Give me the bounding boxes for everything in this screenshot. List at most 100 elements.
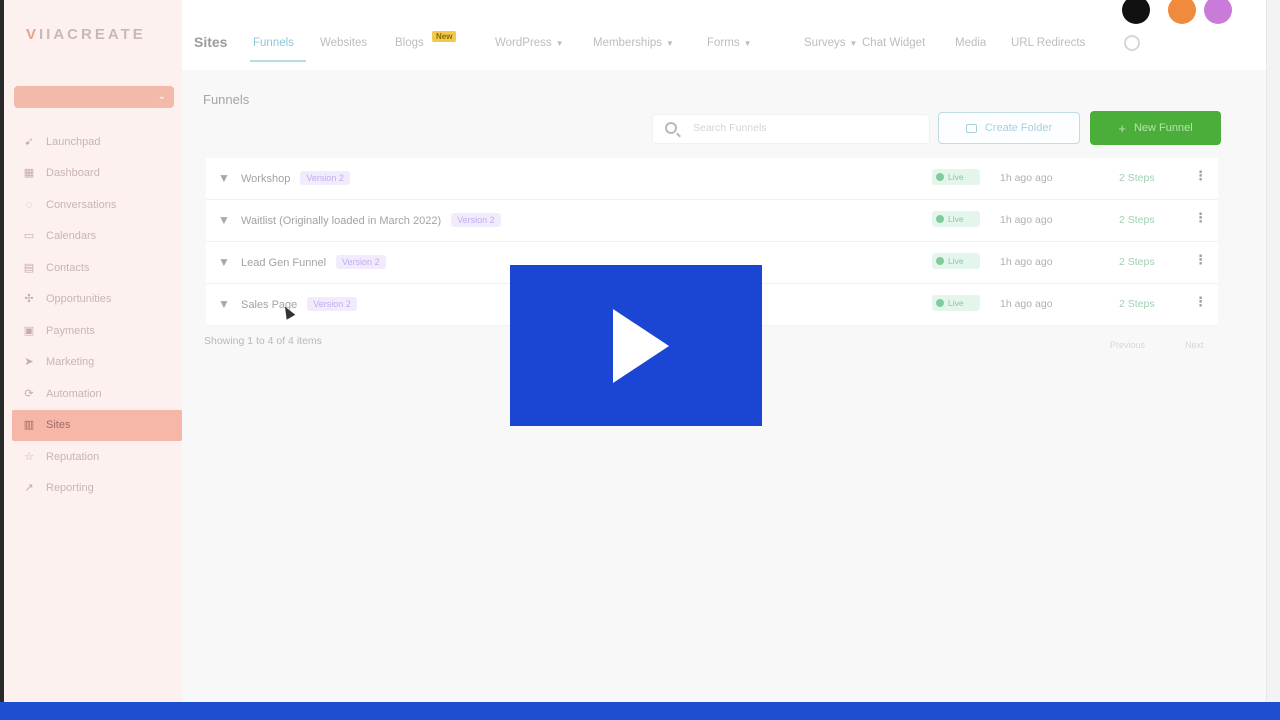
caret-down-icon: ▼ (666, 39, 674, 48)
settings-icon[interactable] (1124, 35, 1140, 51)
new-funnel-button[interactable]: + New Funnel (1090, 111, 1221, 145)
sidebar-item-reporting[interactable]: ↗ Reporting (12, 473, 182, 505)
caret-down-icon: ▼ (743, 39, 752, 48)
status-badge: Live (932, 253, 980, 269)
help-icon[interactable] (1122, 0, 1150, 24)
status-label: Live (948, 214, 964, 224)
chart-icon: ↗ (24, 482, 34, 495)
sidebar-item-label: Automation (46, 387, 102, 400)
funnel-name-cell[interactable]: Waitlist (Originally loaded in March 202… (241, 213, 501, 227)
logo-text: IIACREATE (39, 26, 146, 43)
sidebar-item-label: Payments (46, 324, 95, 337)
status-badge: Live (932, 169, 980, 185)
active-tab-indicator (250, 60, 306, 62)
tab-memberships[interactable]: Memberships ▼ (593, 37, 674, 49)
sidebar-item-label: Marketing (46, 356, 95, 369)
sidebar-item-dashboard[interactable]: ▦ Dashboard (12, 158, 182, 190)
pagination-summary: Showing 1 to 4 of 4 items (204, 335, 322, 347)
funnel-name: Waitlist (Originally loaded in March 202… (241, 215, 442, 227)
opportunities-icon: ✣ (24, 293, 34, 306)
steps-link[interactable]: 2 Steps (1119, 172, 1155, 184)
sidebar-item-calendars[interactable]: ▭ Calendars (12, 221, 182, 253)
rocket-icon: ➹ (24, 135, 34, 148)
sidebar-item-sites[interactable]: ▥ Sites (12, 409, 182, 441)
sidebar-item-label: Launchpad (46, 135, 101, 148)
sidebar-item-label: Sites (46, 419, 71, 432)
more-options-icon[interactable]: ⋮ (1194, 252, 1207, 268)
search-icon (665, 122, 677, 134)
avatar[interactable] (1204, 0, 1232, 24)
next-page-button[interactable]: Next (1185, 340, 1204, 350)
status-dot-icon (936, 215, 944, 223)
search-input[interactable] (693, 122, 913, 134)
tab-forms[interactable]: Forms ▼ (707, 37, 752, 49)
plus-icon: + (1118, 120, 1126, 136)
updated-time: 1h ago ago (1000, 214, 1053, 226)
tab-chat-widget[interactable]: Chat Widget (862, 37, 925, 49)
account-switcher[interactable]: ⌄ (14, 86, 174, 108)
status-badge: Live (932, 211, 980, 227)
tab-blogs[interactable]: Blogs (395, 37, 424, 49)
status-label: Live (948, 256, 964, 266)
search-box (652, 114, 930, 144)
screen: VIIACREATE ⌄ ➹ Launchpad ▦ Dashboard ◌ Conv… (0, 0, 1280, 720)
table-row[interactable]: ▼ Waitlist (Originally loaded in March 2… (206, 200, 1218, 242)
table-row[interactable]: ▼ Workshop Version 2 Live 1h ago ago 2 St… (206, 158, 1218, 200)
previous-page-button[interactable]: Previous (1110, 340, 1145, 350)
new-badge: New (432, 31, 457, 42)
tab-surveys[interactable]: Surveys ▼ (804, 37, 857, 49)
top-nav: Sites Funnels Websites Blogs New WordPre… (182, 0, 1266, 70)
funnel-name-cell[interactable]: Workshop Version 2 (241, 171, 350, 185)
version-badge: Version 2 (336, 255, 386, 269)
contacts-icon: ▤ (23, 261, 35, 274)
chevron-down-icon: ⌄ (157, 91, 166, 102)
tab-wordpress[interactable]: WordPress ▼ (495, 37, 564, 49)
sidebar-item-conversations[interactable]: ◌ Conversations (12, 189, 182, 221)
funnel-icon: ▼ (218, 255, 230, 269)
tab-label: Surveys (804, 37, 846, 49)
steps-link[interactable]: 2 Steps (1119, 214, 1155, 226)
version-badge: Version 2 (451, 213, 501, 227)
calendar-icon: ▭ (23, 230, 35, 243)
funnel-icon: ▼ (218, 213, 230, 227)
status-dot-icon (936, 257, 944, 265)
brand-logo[interactable]: VIIACREATE (26, 26, 146, 43)
button-label: New Funnel (1133, 122, 1193, 134)
more-options-icon[interactable]: ⋮ (1194, 210, 1207, 226)
sidebar-item-automation[interactable]: ⟳ Automation (12, 378, 182, 410)
notification-icon[interactable] (1168, 0, 1196, 24)
sidebar-item-reputation[interactable]: ☆ Reputation (12, 441, 182, 473)
more-options-icon[interactable]: ⋮ (1194, 294, 1207, 310)
tab-url-redirects[interactable]: URL Redirects (1011, 37, 1085, 49)
sidebar-item-contacts[interactable]: ▤ Contacts (12, 252, 182, 284)
status-dot-icon (936, 173, 944, 181)
sidebar-item-label: Reporting (46, 482, 94, 495)
funnel-name-cell[interactable]: Sales Page Version 2 (241, 297, 357, 311)
marketing-icon: ➤ (24, 356, 34, 369)
funnel-name-cell[interactable]: Lead Gen Funnel Version 2 (241, 255, 386, 269)
chat-icon: ◌ (25, 198, 33, 211)
dashboard-icon: ▦ (23, 167, 35, 180)
video-progress-bar[interactable] (0, 702, 1280, 720)
updated-time: 1h ago ago (1000, 298, 1053, 310)
sidebar-item-label: Conversations (46, 198, 117, 211)
steps-link[interactable]: 2 Steps (1119, 256, 1155, 268)
tab-label: Memberships (593, 37, 663, 49)
sidebar-item-label: Dashboard (46, 167, 100, 180)
sidebar: VIIACREATE ⌄ ➹ Launchpad ▦ Dashboard ◌ Conv… (4, 0, 182, 702)
sidebar-item-payments[interactable]: ▣ Payments (12, 315, 182, 347)
sidebar-item-opportunities[interactable]: ✣ Opportunities (12, 284, 182, 316)
steps-link[interactable]: 2 Steps (1119, 298, 1155, 310)
tab-media[interactable]: Media (955, 37, 986, 49)
sidebar-item-launchpad[interactable]: ➹ Launchpad (12, 126, 182, 158)
payments-icon: ▣ (23, 324, 35, 337)
more-options-icon[interactable]: ⋮ (1194, 168, 1207, 184)
video-play-button[interactable] (510, 265, 762, 426)
create-folder-button[interactable]: Create Folder (938, 112, 1080, 144)
tab-websites[interactable]: Websites (320, 37, 367, 49)
sidebar-item-marketing[interactable]: ➤ Marketing (12, 347, 182, 379)
version-badge: Version 2 (300, 171, 350, 185)
funnel-name: Lead Gen Funnel (241, 257, 327, 269)
automation-icon: ⟳ (24, 387, 34, 400)
tab-funnels[interactable]: Funnels (253, 37, 294, 49)
